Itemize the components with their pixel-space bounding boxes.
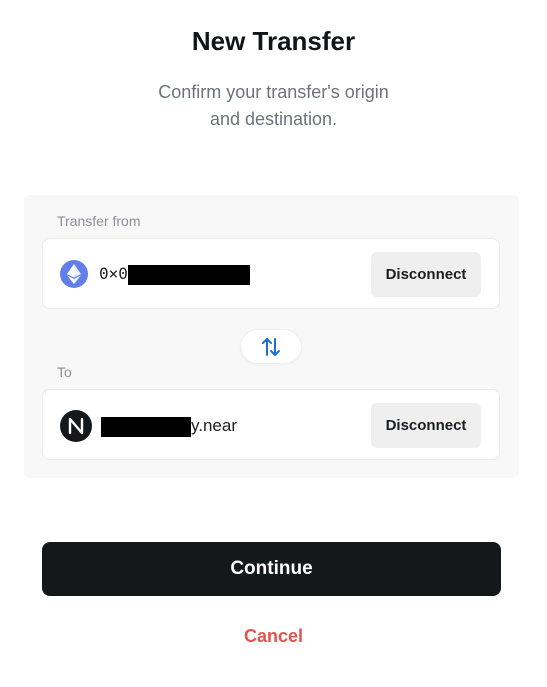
redacted-address <box>127 264 250 285</box>
continue-button[interactable]: Continue <box>42 542 501 596</box>
cancel-button[interactable]: Cancel <box>0 626 547 647</box>
redacted-address <box>101 416 191 437</box>
source-wallet-address: 0×0 <box>99 264 250 285</box>
source-wallet-card: 0×0 Disconnect <box>42 238 500 309</box>
subtitle-line-1: Confirm your transfer's origin <box>158 82 389 102</box>
source-address-prefix: 0×0 <box>99 264 128 283</box>
subtitle-line-2: and destination. <box>209 109 338 129</box>
transfer-to-label: To <box>57 364 72 380</box>
swap-direction-button[interactable] <box>240 329 302 364</box>
ethereum-icon <box>60 260 88 288</box>
transfer-from-label: Transfer from <box>57 213 141 229</box>
destination-address-suffix: y.near <box>191 416 237 435</box>
near-icon <box>60 410 92 442</box>
source-disconnect-button[interactable]: Disconnect <box>371 252 481 297</box>
page-title: New Transfer <box>191 26 356 56</box>
destination-disconnect-button[interactable]: Disconnect <box>371 403 481 448</box>
swap-vertical-arrows-icon <box>262 337 280 356</box>
destination-wallet-card: y.near Disconnect <box>42 389 500 460</box>
destination-wallet-address: y.near <box>101 416 237 437</box>
page-subtitle: Confirm your transfer's origin and desti… <box>0 79 547 133</box>
